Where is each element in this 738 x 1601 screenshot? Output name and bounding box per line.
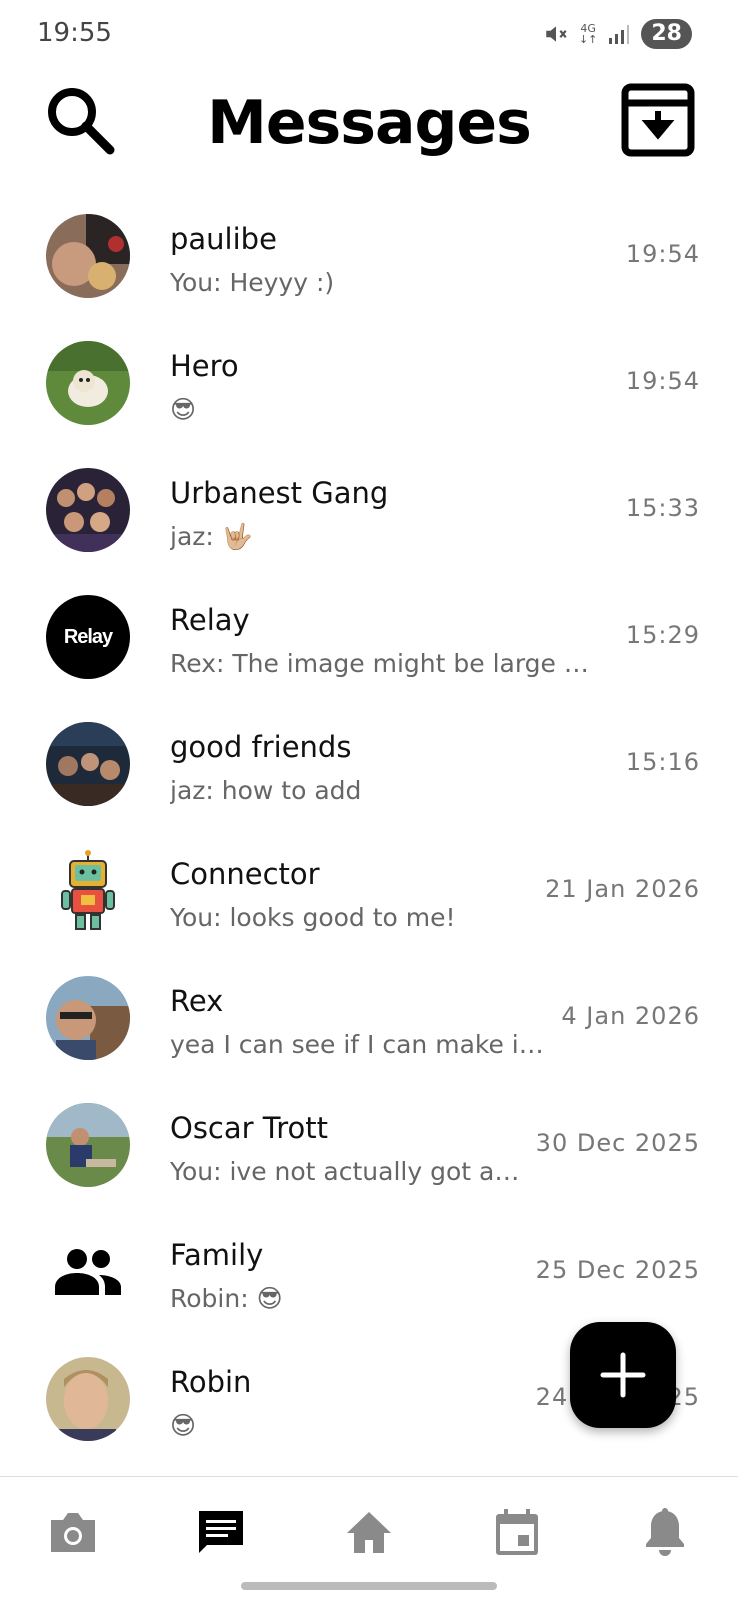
chat-time: 30 Dec 2025 <box>535 1129 700 1157</box>
mute-icon <box>546 26 567 42</box>
chat-preview: jaz: 🤟🏼 <box>170 522 253 551</box>
chat-item-urbanest-gang[interactable]: Urbanest Gang jaz: 🤟🏼 15:33 <box>0 454 738 581</box>
chat-preview: Robin: 😎 <box>170 1284 283 1313</box>
nav-item-home[interactable] <box>334 1497 404 1567</box>
chat-preview: jaz: how to add <box>170 776 362 805</box>
chat-name: Rex <box>170 984 224 1018</box>
chat-time: 21 Jan 2026 <box>545 875 700 903</box>
avatar <box>46 976 130 1060</box>
camera-icon <box>51 1513 95 1552</box>
chat-item-good-friends[interactable]: good friends jaz: how to add 15:16 <box>0 708 738 835</box>
chat-time: 15:33 <box>625 494 700 522</box>
nav-item-calendar[interactable] <box>482 1497 552 1567</box>
chat-item-connector[interactable]: Connector You: looks good to me! 21 Jan … <box>0 835 738 962</box>
avatar <box>46 468 130 552</box>
chat-item-paulibe[interactable]: paulibe You: Heyyy :) 19:54 <box>0 200 738 327</box>
avatar <box>46 722 130 806</box>
chat-name: paulibe <box>170 222 277 256</box>
chat-time: 25 Dec 2025 <box>535 1256 700 1284</box>
relay-logo: Relay <box>46 595 130 679</box>
calendar-icon <box>496 1509 538 1555</box>
chat-time: 15:29 <box>625 621 700 649</box>
avatar <box>46 1357 130 1441</box>
chat-time: 19:54 <box>625 367 700 395</box>
avatar <box>46 1103 130 1187</box>
chat-item-rex[interactable]: Rex yea I can see if I can make i… 4 Jan… <box>0 962 738 1089</box>
chat-list: paulibe You: Heyyy :) 19:54 Hero 😎 19:54 <box>0 200 738 1470</box>
group-icon <box>46 1230 130 1314</box>
archive-button[interactable] <box>618 80 698 160</box>
data-arrows-icon: ↓↑ <box>578 33 598 46</box>
chat-name: Urbanest Gang <box>170 476 389 510</box>
home-icon <box>347 1512 391 1553</box>
status-time: 19:55 <box>37 18 112 48</box>
signal-icon <box>609 25 630 44</box>
battery-indicator: 28 <box>641 19 692 49</box>
network-indicator: 4G ↓↑ <box>579 23 597 45</box>
status-bar: 19:55 4G ↓↑ 28 <box>0 0 738 70</box>
bell-icon <box>646 1508 684 1556</box>
avatar <box>46 341 130 425</box>
chat-name: Oscar Trott <box>170 1111 329 1145</box>
chat-preview: You: Heyyy :) <box>170 268 335 297</box>
archive-icon <box>621 83 695 157</box>
chat-item-relay[interactable]: Relay Relay Rex: The image might be larg… <box>0 581 738 708</box>
chat-item-hero[interactable]: Hero 😎 19:54 <box>0 327 738 454</box>
relay-logo-text: Relay <box>63 625 113 648</box>
chat-preview: 😎 <box>170 1411 197 1440</box>
status-icons: 4G ↓↑ 28 <box>543 18 692 50</box>
avatar <box>46 214 130 298</box>
chat-time: 19:54 <box>625 240 700 268</box>
nav-item-camera[interactable] <box>38 1497 108 1567</box>
nav-item-messages[interactable] <box>186 1497 256 1567</box>
chat-time: 15:16 <box>625 748 700 776</box>
chat-preview: 😎 <box>170 395 197 424</box>
header: Messages <box>0 70 738 180</box>
chat-item-oscar-trott[interactable]: Oscar Trott You: ive not actually got a…… <box>0 1089 738 1216</box>
chat-name: Family <box>170 1238 264 1272</box>
new-chat-button[interactable] <box>570 1322 676 1428</box>
chat-name: good friends <box>170 730 352 764</box>
chat-preview: You: looks good to me! <box>170 903 456 932</box>
chat-preview: You: ive not actually got a… <box>170 1157 520 1186</box>
robot-icon <box>46 849 130 933</box>
chat-preview: yea I can see if I can make i… <box>170 1030 544 1059</box>
chat-name: Connector <box>170 857 320 891</box>
chat-icon <box>199 1511 243 1553</box>
home-indicator[interactable] <box>241 1582 497 1590</box>
chat-preview: Rex: The image might be large an… <box>170 649 600 678</box>
plus-icon <box>600 1352 646 1398</box>
chat-time: 4 Jan 2026 <box>561 1002 700 1030</box>
chat-name: Hero <box>170 349 239 383</box>
chat-name: Robin <box>170 1365 252 1399</box>
chat-name: Relay <box>170 603 250 637</box>
nav-item-notifications[interactable] <box>630 1497 700 1567</box>
